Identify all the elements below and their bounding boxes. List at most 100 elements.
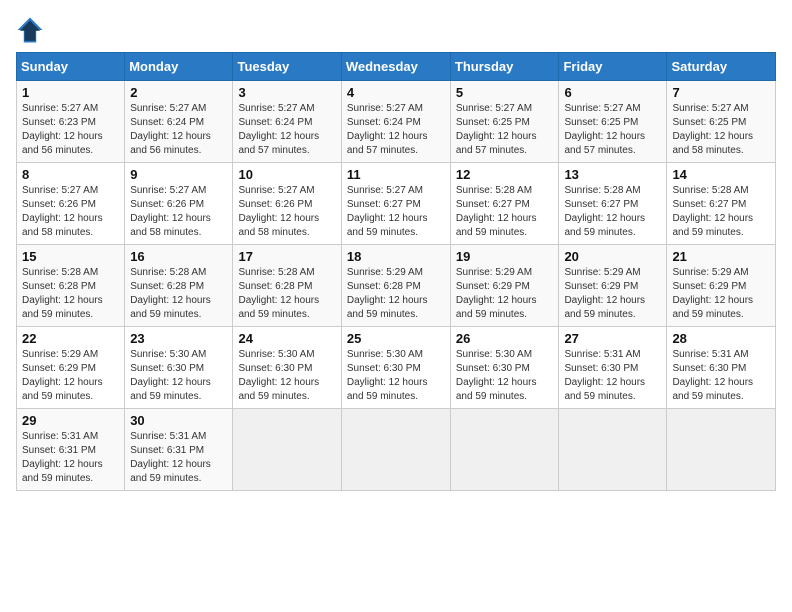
page-header xyxy=(16,16,776,44)
calendar-cell: 16 Sunrise: 5:28 AMSunset: 6:28 PMDayligh… xyxy=(125,245,233,327)
day-info: Sunrise: 5:30 AMSunset: 6:30 PMDaylight:… xyxy=(347,348,445,404)
day-number: 30 xyxy=(130,413,227,428)
day-number: 14 xyxy=(672,167,770,182)
calendar-week-row: 8 Sunrise: 5:27 AMSunset: 6:26 PMDaylight… xyxy=(17,163,776,245)
day-number: 25 xyxy=(347,331,445,346)
calendar-cell: 17 Sunrise: 5:28 AMSunset: 6:28 PMDayligh… xyxy=(233,245,341,327)
calendar-cell: 28 Sunrise: 5:31 AMSunset: 6:30 PMDayligh… xyxy=(667,327,776,409)
calendar-body: 1 Sunrise: 5:27 AMSunset: 6:23 PMDaylight… xyxy=(17,81,776,491)
day-info: Sunrise: 5:27 AMSunset: 6:25 PMDaylight:… xyxy=(564,102,661,158)
calendar-cell: 2Sunrise: 5:27 AMSunset: 6:24 PMDaylight… xyxy=(125,81,233,163)
calendar-cell xyxy=(341,409,450,491)
day-info: Sunrise: 5:27 AMSunset: 6:24 PMDaylight:… xyxy=(347,102,445,158)
day-info: Sunrise: 5:30 AMSunset: 6:30 PMDaylight:… xyxy=(456,348,554,404)
calendar-cell: 6 Sunrise: 5:27 AMSunset: 6:25 PMDaylight… xyxy=(559,81,667,163)
calendar-cell xyxy=(450,409,559,491)
calendar-cell: 23Sunrise: 5:30 AMSunset: 6:30 PMDayligh… xyxy=(125,327,233,409)
day-info: Sunrise: 5:31 AMSunset: 6:30 PMDaylight:… xyxy=(672,348,770,404)
day-number: 7 xyxy=(672,85,770,100)
day-number: 6 xyxy=(564,85,661,100)
calendar-cell: 4 Sunrise: 5:27 AMSunset: 6:24 PMDaylight… xyxy=(341,81,450,163)
calendar-week-row: 15 Sunrise: 5:28 AMSunset: 6:28 PMDayligh… xyxy=(17,245,776,327)
day-info: Sunrise: 5:28 AMSunset: 6:28 PMDaylight:… xyxy=(238,266,335,322)
day-number: 28 xyxy=(672,331,770,346)
day-number: 19 xyxy=(456,249,554,264)
day-info: Sunrise: 5:29 AMSunset: 6:29 PMDaylight:… xyxy=(564,266,661,322)
day-info: Sunrise: 5:29 AMSunset: 6:28 PMDaylight:… xyxy=(347,266,445,322)
day-number: 4 xyxy=(347,85,445,100)
day-number: 8 xyxy=(22,167,119,182)
day-info: Sunrise: 5:29 AMSunset: 6:29 PMDaylight:… xyxy=(672,266,770,322)
calendar-cell: 25 Sunrise: 5:30 AMSunset: 6:30 PMDayligh… xyxy=(341,327,450,409)
calendar-cell: 10 Sunrise: 5:27 AMSunset: 6:26 PMDayligh… xyxy=(233,163,341,245)
day-info: Sunrise: 5:31 AMSunset: 6:31 PMDaylight:… xyxy=(130,430,227,486)
calendar-cell: 27 Sunrise: 5:31 AMSunset: 6:30 PMDayligh… xyxy=(559,327,667,409)
day-info: Sunrise: 5:27 AMSunset: 6:23 PMDaylight:… xyxy=(22,102,119,158)
day-number: 29 xyxy=(22,413,119,428)
day-number: 1 xyxy=(22,85,119,100)
day-number: 13 xyxy=(564,167,661,182)
day-info: Sunrise: 5:27 AMSunset: 6:26 PMDaylight:… xyxy=(22,184,119,240)
calendar-cell: 11Sunrise: 5:27 AMSunset: 6:27 PMDayligh… xyxy=(341,163,450,245)
day-info: Sunrise: 5:28 AMSunset: 6:27 PMDaylight:… xyxy=(672,184,770,240)
day-info: Sunrise: 5:28 AMSunset: 6:27 PMDaylight:… xyxy=(564,184,661,240)
day-number: 16 xyxy=(130,249,227,264)
day-info: Sunrise: 5:27 AMSunset: 6:24 PMDaylight:… xyxy=(130,102,227,158)
day-info: Sunrise: 5:30 AMSunset: 6:30 PMDaylight:… xyxy=(238,348,335,404)
weekday-header-thursday: Thursday xyxy=(450,53,559,81)
day-info: Sunrise: 5:31 AMSunset: 6:31 PMDaylight:… xyxy=(22,430,119,486)
day-info: Sunrise: 5:29 AMSunset: 6:29 PMDaylight:… xyxy=(456,266,554,322)
day-number: 15 xyxy=(22,249,119,264)
calendar-week-row: 29 Sunrise: 5:31 AMSunset: 6:31 PMDayligh… xyxy=(17,409,776,491)
calendar-cell: 14 Sunrise: 5:28 AMSunset: 6:27 PMDayligh… xyxy=(667,163,776,245)
calendar-cell: 19 Sunrise: 5:29 AMSunset: 6:29 PMDayligh… xyxy=(450,245,559,327)
day-number: 10 xyxy=(238,167,335,182)
day-info: Sunrise: 5:27 AMSunset: 6:26 PMDaylight:… xyxy=(130,184,227,240)
day-number: 27 xyxy=(564,331,661,346)
day-info: Sunrise: 5:27 AMSunset: 6:26 PMDaylight:… xyxy=(238,184,335,240)
day-info: Sunrise: 5:27 AMSunset: 6:25 PMDaylight:… xyxy=(456,102,554,158)
day-info: Sunrise: 5:28 AMSunset: 6:27 PMDaylight:… xyxy=(456,184,554,240)
day-number: 22 xyxy=(22,331,119,346)
day-number: 26 xyxy=(456,331,554,346)
day-number: 9 xyxy=(130,167,227,182)
weekday-header-tuesday: Tuesday xyxy=(233,53,341,81)
calendar-cell: 15Sunrise: 5:28 AMSunset: 6:28 PMDayligh… xyxy=(17,245,125,327)
calendar-cell: 8 Sunrise: 5:27 AMSunset: 6:26 PMDaylight… xyxy=(17,163,125,245)
weekday-header-saturday: Saturday xyxy=(667,53,776,81)
day-number: 5 xyxy=(456,85,554,100)
calendar-cell: 26 Sunrise: 5:30 AMSunset: 6:30 PMDayligh… xyxy=(450,327,559,409)
calendar-cell: 9 Sunrise: 5:27 AMSunset: 6:26 PMDaylight… xyxy=(125,163,233,245)
calendar-cell: 13 Sunrise: 5:28 AMSunset: 6:27 PMDayligh… xyxy=(559,163,667,245)
day-info: Sunrise: 5:28 AMSunset: 6:28 PMDaylight:… xyxy=(130,266,227,322)
weekday-header-wednesday: Wednesday xyxy=(341,53,450,81)
day-info: Sunrise: 5:29 AMSunset: 6:29 PMDaylight:… xyxy=(22,348,119,404)
calendar-cell: 1 Sunrise: 5:27 AMSunset: 6:23 PMDaylight… xyxy=(17,81,125,163)
calendar-cell: 18Sunrise: 5:29 AMSunset: 6:28 PMDayligh… xyxy=(341,245,450,327)
day-info: Sunrise: 5:30 AMSunset: 6:30 PMDaylight:… xyxy=(130,348,227,404)
calendar-cell: 22 Sunrise: 5:29 AMSunset: 6:29 PMDayligh… xyxy=(17,327,125,409)
logo xyxy=(16,16,48,44)
logo-icon xyxy=(16,16,44,44)
calendar-cell: 7 Sunrise: 5:27 AMSunset: 6:25 PMDaylight… xyxy=(667,81,776,163)
calendar-week-row: 1 Sunrise: 5:27 AMSunset: 6:23 PMDaylight… xyxy=(17,81,776,163)
calendar-cell: 5 Sunrise: 5:27 AMSunset: 6:25 PMDaylight… xyxy=(450,81,559,163)
calendar-table: SundayMondayTuesdayWednesdayThursdayFrid… xyxy=(16,52,776,491)
calendar-cell xyxy=(559,409,667,491)
day-info: Sunrise: 5:31 AMSunset: 6:30 PMDaylight:… xyxy=(564,348,661,404)
calendar-cell: 30 Sunrise: 5:31 AMSunset: 6:31 PMDayligh… xyxy=(125,409,233,491)
day-number: 24 xyxy=(238,331,335,346)
day-number: 17 xyxy=(238,249,335,264)
calendar-header-row: SundayMondayTuesdayWednesdayThursdayFrid… xyxy=(17,53,776,81)
weekday-header-monday: Monday xyxy=(125,53,233,81)
calendar-cell: 24 Sunrise: 5:30 AMSunset: 6:30 PMDayligh… xyxy=(233,327,341,409)
day-number: 11 xyxy=(347,167,445,182)
weekday-header-sunday: Sunday xyxy=(17,53,125,81)
day-number: 20 xyxy=(564,249,661,264)
calendar-cell: 21Sunrise: 5:29 AMSunset: 6:29 PMDayligh… xyxy=(667,245,776,327)
calendar-cell xyxy=(233,409,341,491)
day-info: Sunrise: 5:27 AMSunset: 6:25 PMDaylight:… xyxy=(672,102,770,158)
calendar-cell: 12Sunrise: 5:28 AMSunset: 6:27 PMDayligh… xyxy=(450,163,559,245)
calendar-cell: 29 Sunrise: 5:31 AMSunset: 6:31 PMDayligh… xyxy=(17,409,125,491)
day-info: Sunrise: 5:27 AMSunset: 6:24 PMDaylight:… xyxy=(238,102,335,158)
